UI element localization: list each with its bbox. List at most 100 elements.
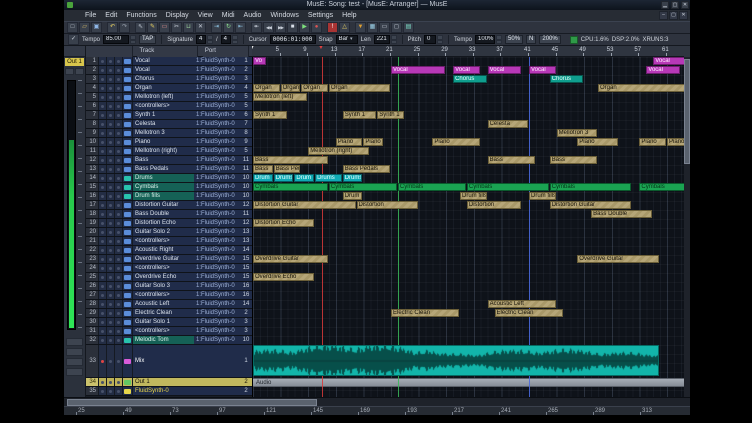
track-channel[interactable]: 14 — [240, 300, 252, 308]
part[interactable]: Acoustic Left — [488, 300, 556, 308]
track-port[interactable] — [194, 345, 240, 377]
menu-edit[interactable]: Edit — [105, 10, 117, 21]
track-port[interactable]: 1:FluidSynth-0 — [194, 111, 240, 119]
part[interactable]: Bass — [253, 156, 328, 164]
mute-indicator[interactable] — [107, 246, 115, 254]
part[interactable]: Cymbals — [639, 183, 684, 191]
record-indicator[interactable] — [99, 378, 107, 386]
track-port[interactable]: 1:FluidSynth-0 — [194, 129, 240, 137]
part[interactable]: Cymbals — [329, 183, 397, 191]
menu-view[interactable]: View — [198, 10, 213, 21]
part[interactable]: Bass Pedals — [274, 165, 301, 173]
play-icon[interactable]: ▶ — [299, 22, 310, 33]
mdi-close-icon[interactable]: ✕ — [679, 11, 688, 20]
arranger-canvas[interactable]: Audio VoVocalVocalVocalVocalVocalVocalCh… — [252, 57, 684, 397]
record-indicator[interactable] — [99, 237, 107, 245]
mdi-restore-icon[interactable]: ▢ — [669, 11, 678, 20]
track-port[interactable]: 1:FluidSynth-0 — [194, 93, 240, 101]
solo-indicator[interactable] — [115, 93, 123, 101]
part[interactable]: Distortion Guitar — [253, 201, 356, 209]
strip-mute-button[interactable] — [66, 348, 83, 356]
mute-indicator[interactable] — [107, 129, 115, 137]
solo-indicator[interactable] — [115, 129, 123, 137]
track-port[interactable]: 1:FluidSynth-0 — [194, 327, 240, 335]
part[interactable]: Vocal — [653, 57, 684, 65]
part[interactable]: Organ — [301, 84, 328, 92]
tempo-spinner[interactable] — [130, 35, 136, 44]
part[interactable]: Piano — [577, 138, 617, 146]
timeline-ruler[interactable]: 5913172125293337414549535761▼▼ — [252, 46, 684, 57]
mixer-window-icon[interactable]: ▦ — [367, 22, 378, 33]
track-channel[interactable]: 10 — [240, 336, 252, 344]
track-row[interactable]: 12Bass1:FluidSynth-011 — [86, 156, 252, 165]
mute-indicator[interactable] — [107, 147, 115, 155]
menu-settings[interactable]: Settings — [308, 10, 333, 21]
redo-icon[interactable]: ↷ — [119, 22, 130, 33]
record-indicator[interactable] — [99, 336, 107, 344]
track-channel[interactable]: 13 — [240, 237, 252, 245]
close-button[interactable]: ✕ — [681, 1, 689, 9]
track-row[interactable]: 6<controllers>1:FluidSynth-05 — [86, 102, 252, 111]
pointer-tool-icon[interactable]: ⇖ — [135, 22, 146, 33]
mute-indicator[interactable] — [107, 300, 115, 308]
len-value[interactable]: 221 — [374, 35, 390, 44]
track-row[interactable]: 5Mellotron (left)1:FluidSynth-05 — [86, 93, 252, 102]
mute-indicator[interactable] — [107, 378, 115, 386]
record-indicator[interactable] — [99, 291, 107, 299]
track-row[interactable]: 1Vocal1:FluidSynth-01 — [86, 57, 252, 66]
solo-indicator[interactable] — [115, 237, 123, 245]
tempo-scale-value[interactable]: 100% — [475, 35, 495, 44]
part[interactable]: Mellotron (left) — [253, 93, 307, 101]
track-port[interactable]: 1:FluidSynth-0 — [194, 300, 240, 308]
track-row[interactable]: 17Distortion Guitar1:FluidSynth-012 — [86, 201, 252, 210]
horizontal-scrollbar-thumb[interactable] — [67, 399, 317, 406]
track-port[interactable]: 1:FluidSynth-0 — [194, 246, 240, 254]
record-indicator[interactable] — [99, 183, 107, 191]
minimize-button[interactable]: ▁ — [661, 1, 669, 9]
part[interactable]: Overdrive Guitar — [253, 255, 328, 263]
track-row[interactable]: 35FluidSynth-02 — [86, 387, 252, 396]
punch-out-icon[interactable]: ⇤ — [235, 22, 246, 33]
record-indicator[interactable] — [99, 75, 107, 83]
strip-solo-button[interactable] — [66, 358, 83, 366]
menu-help[interactable]: Help — [342, 10, 356, 21]
track-port[interactable]: 1:FluidSynth-0 — [194, 291, 240, 299]
track-channel[interactable]: 2 — [240, 378, 252, 386]
track-channel[interactable]: 16 — [240, 282, 252, 290]
mute-indicator[interactable] — [107, 183, 115, 191]
tracklist-header-port[interactable]: Port — [203, 46, 249, 57]
part[interactable]: Distortion Guitar — [550, 201, 632, 209]
track-row[interactable]: 25Overdrive Echo1:FluidSynth-015 — [86, 273, 252, 282]
cliplist-window-icon[interactable]: ▤ — [403, 22, 414, 33]
part[interactable]: Bass — [550, 156, 597, 164]
solo-indicator[interactable] — [115, 111, 123, 119]
mute-indicator[interactable] — [107, 93, 115, 101]
solo-indicator[interactable] — [115, 192, 123, 200]
mute-indicator[interactable] — [107, 336, 115, 344]
track-row[interactable]: 24<controllers>1:FluidSynth-015 — [86, 264, 252, 273]
record-indicator[interactable] — [99, 273, 107, 281]
track-channel[interactable]: 4 — [240, 84, 252, 92]
maximize-button[interactable]: ▢ — [671, 1, 679, 9]
mute-indicator[interactable] — [107, 318, 115, 326]
mdi-minimize-icon[interactable]: – — [659, 11, 668, 20]
record-indicator[interactable] — [99, 219, 107, 227]
solo-indicator[interactable] — [115, 345, 123, 377]
track-row[interactable]: 16Drum fills1:FluidSynth-010 — [86, 192, 252, 201]
record-indicator[interactable] — [99, 228, 107, 236]
part[interactable]: Drum fills — [460, 192, 487, 200]
track-channel[interactable]: 9 — [240, 138, 252, 146]
track-row[interactable]: 19Distortion Echo1:FluidSynth-012 — [86, 219, 252, 228]
mute-indicator[interactable] — [107, 84, 115, 92]
mute-indicator[interactable] — [107, 291, 115, 299]
menu-functions[interactable]: Functions — [126, 10, 156, 21]
part[interactable]: Organ — [598, 84, 684, 92]
record-indicator[interactable] — [99, 165, 107, 173]
part[interactable]: Vocal — [646, 66, 680, 74]
part[interactable]: Vo — [253, 57, 266, 65]
part[interactable]: Bass Pedals — [343, 165, 390, 173]
part[interactable]: Bass — [253, 165, 273, 173]
solo-indicator[interactable] — [115, 156, 123, 164]
marker-icon[interactable]: ▼ — [355, 22, 366, 33]
track-channel[interactable]: 5 — [240, 93, 252, 101]
